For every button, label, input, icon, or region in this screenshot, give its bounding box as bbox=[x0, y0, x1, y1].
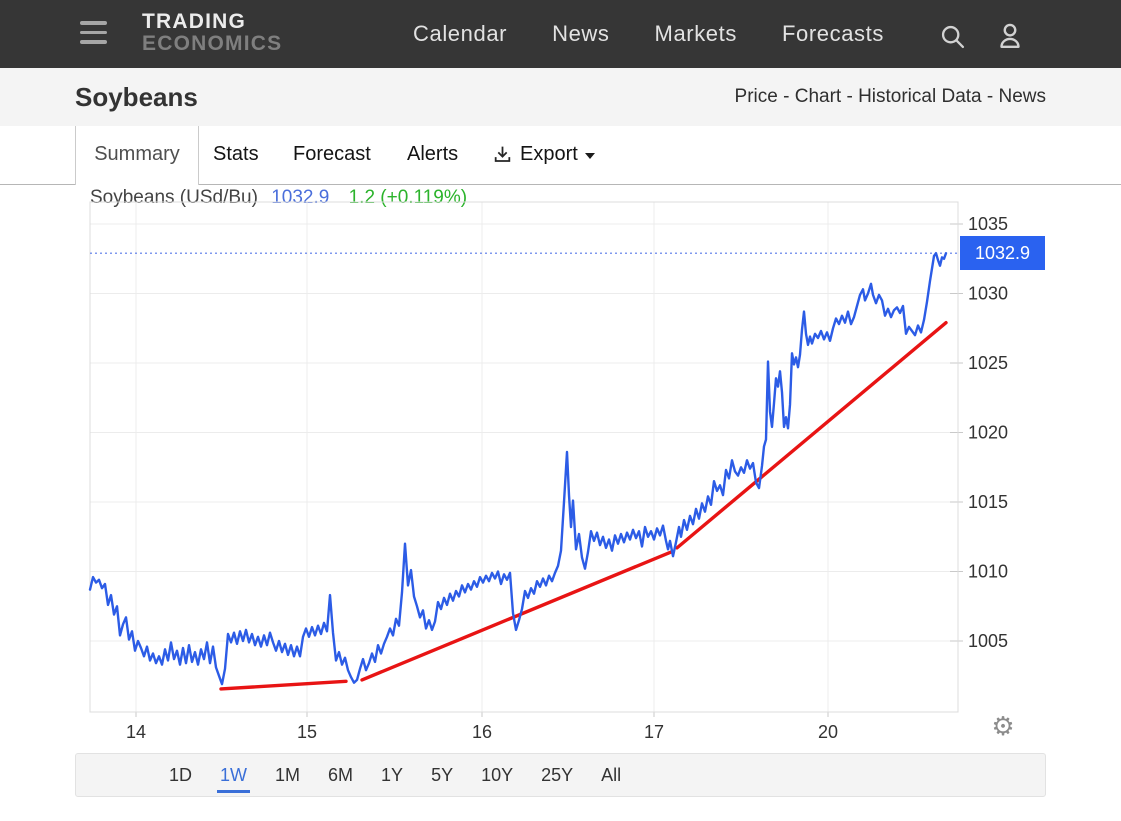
y-axis-label: 1035 bbox=[968, 214, 1008, 234]
range-selector: 1D 1W 1M 6M 1Y 5Y 10Y 25Y All bbox=[75, 753, 1046, 797]
y-axis-label: 1020 bbox=[968, 423, 1008, 443]
trendline-segment bbox=[677, 323, 946, 548]
range-all[interactable]: All bbox=[601, 753, 621, 797]
range-1m[interactable]: 1M bbox=[275, 753, 300, 797]
x-axis-label: 20 bbox=[818, 722, 838, 742]
x-axis-label: 14 bbox=[126, 722, 146, 742]
y-axis-label: 1010 bbox=[968, 562, 1008, 582]
y-axis-label: 1015 bbox=[968, 492, 1008, 512]
x-axis-label: 17 bbox=[644, 722, 664, 742]
range-1y[interactable]: 1Y bbox=[381, 753, 403, 797]
range-1w[interactable]: 1W bbox=[220, 753, 247, 797]
price-chart[interactable]: 1035 1030 1025 1020 1015 1010 1005 14 15 16 17 20 bbox=[0, 0, 1121, 821]
x-axis-label: 15 bbox=[297, 722, 317, 742]
y-axis-label: 1005 bbox=[968, 631, 1008, 651]
chart-settings-gear-icon[interactable]: ⚙ bbox=[988, 711, 1018, 742]
range-25y[interactable]: 25Y bbox=[541, 753, 573, 797]
y-axis-label: 1025 bbox=[968, 353, 1008, 373]
price-series-line bbox=[90, 253, 946, 684]
x-axis-label: 16 bbox=[472, 722, 492, 742]
range-10y[interactable]: 10Y bbox=[481, 753, 513, 797]
range-6m[interactable]: 6M bbox=[328, 753, 353, 797]
range-5y[interactable]: 5Y bbox=[431, 753, 453, 797]
trendline-segment bbox=[221, 681, 346, 689]
page: TRADING ECONOMICS Calendar News Markets … bbox=[0, 0, 1121, 821]
range-1d[interactable]: 1D bbox=[169, 753, 192, 797]
y-axis-label: 1030 bbox=[968, 284, 1008, 304]
last-price-label: 1032.9 bbox=[960, 236, 1045, 270]
